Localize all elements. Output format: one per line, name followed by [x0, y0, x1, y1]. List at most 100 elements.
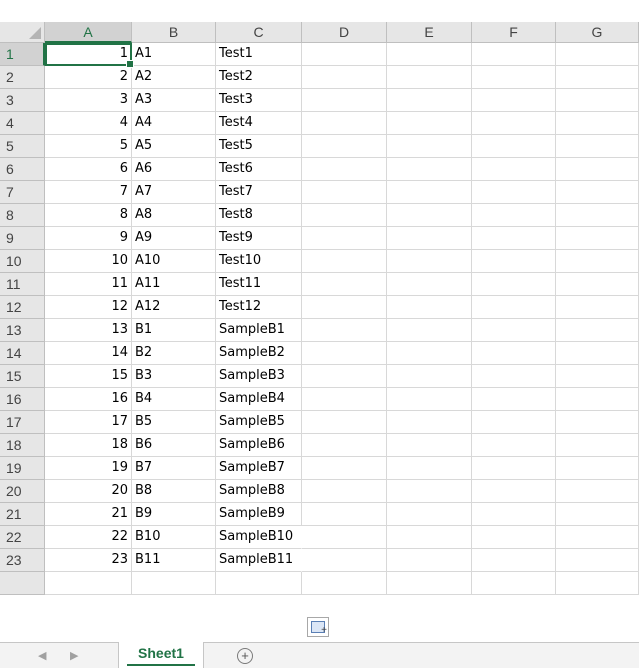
cell-e[interactable]	[387, 135, 472, 158]
cell-a[interactable]: 13	[45, 319, 132, 342]
row-header[interactable]: 17	[0, 411, 45, 434]
cell-b[interactable]: B5	[132, 411, 216, 434]
row-header[interactable]: 15	[0, 365, 45, 388]
cell-b[interactable]: B8	[132, 480, 216, 503]
cell-b[interactable]	[132, 572, 216, 595]
cell-g[interactable]	[556, 273, 639, 296]
cell-a[interactable]: 22	[45, 526, 132, 549]
cell-c[interactable]: SampleB10	[216, 526, 302, 549]
cell-g[interactable]	[556, 503, 639, 526]
scroll-tabs-left-icon[interactable]: ◀	[38, 649, 46, 662]
cell-a[interactable]: 7	[45, 181, 132, 204]
column-header-e[interactable]: E	[387, 22, 472, 43]
row-header[interactable]: 22	[0, 526, 45, 549]
cell-f[interactable]	[472, 457, 556, 480]
cell-f[interactable]	[472, 273, 556, 296]
cell-c[interactable]: Test10	[216, 250, 302, 273]
row-header[interactable]: 3	[0, 89, 45, 112]
cell-d[interactable]	[302, 526, 387, 549]
cell-e[interactable]	[387, 480, 472, 503]
cell-b[interactable]: A10	[132, 250, 216, 273]
cell-g[interactable]	[556, 526, 639, 549]
cell-e[interactable]	[387, 158, 472, 181]
cell-f[interactable]	[472, 250, 556, 273]
cell-c[interactable]: Test6	[216, 158, 302, 181]
sheet-tab-sheet1[interactable]: Sheet1	[118, 642, 204, 668]
cell-a[interactable]: 9	[45, 227, 132, 250]
cell-d[interactable]	[302, 273, 387, 296]
cell-a[interactable]: 16	[45, 388, 132, 411]
cell-g[interactable]	[556, 204, 639, 227]
row-header[interactable]: 6	[0, 158, 45, 181]
cell-d[interactable]	[302, 158, 387, 181]
cell-b[interactable]: A3	[132, 89, 216, 112]
cell-g[interactable]	[556, 250, 639, 273]
cell-c[interactable]: SampleB9	[216, 503, 302, 526]
cell-b[interactable]: A8	[132, 204, 216, 227]
cell-b[interactable]: A4	[132, 112, 216, 135]
cell-a[interactable]: 14	[45, 342, 132, 365]
cell-c[interactable]	[216, 572, 302, 595]
cell-e[interactable]	[387, 572, 472, 595]
row-header[interactable]: 1	[0, 43, 45, 66]
cell-a[interactable]: 3	[45, 89, 132, 112]
cell-f[interactable]	[472, 411, 556, 434]
cell-a[interactable]: 19	[45, 457, 132, 480]
cell-e[interactable]	[387, 89, 472, 112]
cell-g[interactable]	[556, 89, 639, 112]
cell-g[interactable]	[556, 43, 639, 66]
cell-f[interactable]	[472, 43, 556, 66]
cell-g[interactable]	[556, 112, 639, 135]
cell-g[interactable]	[556, 66, 639, 89]
cell-g[interactable]	[556, 411, 639, 434]
cell-e[interactable]	[387, 342, 472, 365]
cell-f[interactable]	[472, 158, 556, 181]
cell-b[interactable]: B1	[132, 319, 216, 342]
cell-d[interactable]	[302, 388, 387, 411]
cell-f[interactable]	[472, 135, 556, 158]
cell-c[interactable]: Test9	[216, 227, 302, 250]
cell-b[interactable]: A6	[132, 158, 216, 181]
cell-d[interactable]	[302, 434, 387, 457]
cell-g[interactable]	[556, 342, 639, 365]
spreadsheet-grid[interactable]: ABCDEFG 1 1 A1 Test1 2 2 A2 Test2 3 3 A3 Test3 4 4 A4 T…	[0, 22, 639, 642]
cell-d[interactable]	[302, 503, 387, 526]
column-header-c[interactable]: C	[216, 22, 302, 43]
cell-e[interactable]	[387, 181, 472, 204]
row-header[interactable]: 2	[0, 66, 45, 89]
cell-f[interactable]	[472, 319, 556, 342]
cell-b[interactable]: A7	[132, 181, 216, 204]
row-header[interactable]: 7	[0, 181, 45, 204]
cell-b[interactable]: A11	[132, 273, 216, 296]
row-header[interactable]: 4	[0, 112, 45, 135]
cell-f[interactable]	[472, 296, 556, 319]
row-header[interactable]: 10	[0, 250, 45, 273]
cell-b[interactable]: A5	[132, 135, 216, 158]
cell-c[interactable]: Test12	[216, 296, 302, 319]
cell-e[interactable]	[387, 204, 472, 227]
cell-c[interactable]: SampleB7	[216, 457, 302, 480]
row-header[interactable]: 9	[0, 227, 45, 250]
cell-d[interactable]	[302, 319, 387, 342]
cell-g[interactable]	[556, 135, 639, 158]
cell-e[interactable]	[387, 250, 472, 273]
cell-e[interactable]	[387, 526, 472, 549]
row-header[interactable]: 14	[0, 342, 45, 365]
cell-f[interactable]	[472, 181, 556, 204]
cell-b[interactable]: A9	[132, 227, 216, 250]
cell-c[interactable]: Test5	[216, 135, 302, 158]
cell-a[interactable]: 2	[45, 66, 132, 89]
cell-d[interactable]	[302, 227, 387, 250]
cell-a[interactable]: 5	[45, 135, 132, 158]
cell-c[interactable]: Test2	[216, 66, 302, 89]
row-header[interactable]: 19	[0, 457, 45, 480]
cell-a[interactable]: 17	[45, 411, 132, 434]
cell-c[interactable]: Test3	[216, 89, 302, 112]
cell-g[interactable]	[556, 296, 639, 319]
column-header-b[interactable]: B	[132, 22, 216, 43]
cell-c[interactable]: Test1	[216, 43, 302, 66]
cell-b[interactable]: B9	[132, 503, 216, 526]
cell-b[interactable]: B4	[132, 388, 216, 411]
cell-c[interactable]: Test11	[216, 273, 302, 296]
cell-b[interactable]: B3	[132, 365, 216, 388]
